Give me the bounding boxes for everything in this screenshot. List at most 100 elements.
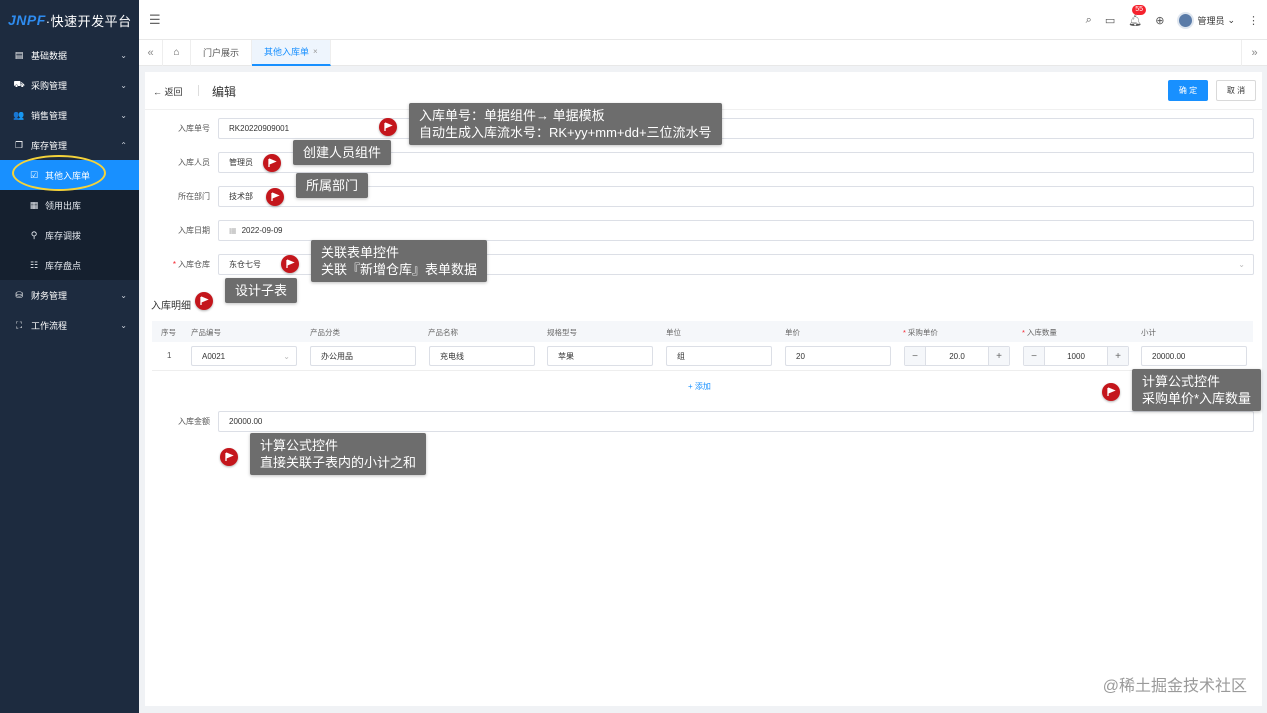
product-name-input[interactable]: 充电线 bbox=[429, 346, 535, 366]
annotation-text: 计算公式控件 bbox=[260, 438, 339, 453]
close-icon[interactable]: × bbox=[313, 47, 318, 56]
date-field[interactable]: ▦ 2022-09-09 bbox=[218, 220, 1254, 241]
row-divider bbox=[152, 370, 1253, 371]
sidebar-item-basic-data[interactable]: ▤ 基础数据 ⌄ bbox=[0, 40, 139, 70]
users-icon: 👥 bbox=[13, 109, 25, 120]
tab-label: 门户展示 bbox=[203, 48, 240, 58]
required-mark: * bbox=[903, 328, 906, 337]
row-index: 1 bbox=[167, 351, 172, 360]
sidebar-item-label: 库存盘点 bbox=[45, 260, 82, 271]
header-actions: ⌕ ▭ 🔔︎ 55 ⊕ 管理员 ⌄ ⋮ bbox=[1086, 0, 1259, 40]
product-code-select[interactable]: A0021 ⌄ bbox=[191, 346, 297, 366]
chevron-down-icon: ⌄ bbox=[1227, 14, 1235, 25]
product-code-value: A0021 bbox=[202, 351, 226, 361]
subtotal-input[interactable]: 20000.00 bbox=[1141, 346, 1247, 366]
required-mark: * bbox=[1022, 328, 1025, 337]
warehouse-value: 东仓七号 bbox=[229, 260, 261, 269]
column-header: 产品分类 bbox=[310, 328, 340, 337]
price-input[interactable]: 20 bbox=[785, 346, 891, 366]
back-button[interactable]: ← 返回 bbox=[153, 85, 183, 98]
column-header: 小计 bbox=[1141, 328, 1156, 337]
flag-icon bbox=[266, 188, 284, 206]
confirm-button[interactable]: 确 定 bbox=[1168, 80, 1208, 101]
table-icon: ☷ bbox=[29, 259, 39, 270]
cancel-button[interactable]: 取 消 bbox=[1216, 80, 1256, 101]
sidebar-item-finance[interactable]: ⛁ 财务管理 ⌄ bbox=[0, 280, 139, 310]
user-menu[interactable]: 管理员 ⌄ bbox=[1177, 11, 1235, 29]
spec-input[interactable]: 苹果 bbox=[547, 346, 653, 366]
globe-icon[interactable]: ⊕ bbox=[1155, 14, 1164, 27]
date-label: 入库日期 bbox=[178, 226, 210, 235]
tab-home[interactable]: ⌂ bbox=[163, 39, 191, 66]
increment-button[interactable]: + bbox=[1107, 347, 1128, 365]
truck-icon: ⛟ bbox=[13, 79, 25, 89]
tab-portal[interactable]: 门户展示 bbox=[191, 39, 253, 66]
add-row-button[interactable]: + 添加 bbox=[688, 381, 711, 392]
department-field[interactable]: 技术部 bbox=[218, 186, 1254, 207]
sidebar-subitem-requisition-outbound[interactable]: ▦ 领用出库 bbox=[0, 190, 139, 220]
chevron-down-icon: ⌄ bbox=[283, 351, 290, 361]
annotation-text: 直接关联子表内的小计之和 bbox=[260, 455, 417, 470]
avatar bbox=[1177, 11, 1195, 29]
sidebar-item-label: 基础数据 bbox=[31, 50, 68, 61]
notification-bell[interactable]: 🔔︎ 55 bbox=[1128, 4, 1147, 27]
category-input[interactable]: 办公用品 bbox=[310, 346, 416, 366]
divider bbox=[198, 85, 199, 96]
sidebar-item-label: 财务管理 bbox=[31, 290, 68, 301]
column-header: 单位 bbox=[666, 328, 681, 337]
amount-value: 20000.00 bbox=[229, 417, 263, 426]
purchase-price-stepper[interactable]: − 20.0 + bbox=[904, 346, 1010, 366]
amount-field[interactable]: 20000.00 bbox=[218, 411, 1254, 432]
app-logo[interactable]: JNPF ·快速开发平台 bbox=[0, 0, 139, 40]
sidebar-item-sales[interactable]: 👥 销售管理 ⌄ bbox=[0, 100, 139, 130]
page-title: 编辑 bbox=[212, 85, 237, 99]
form-panel: ← 返回 编辑 确 定 取 消 入库单号 RK20220909001 入库人员 … bbox=[145, 72, 1262, 706]
sidebar-subitem-stocktake[interactable]: ☷ 库存盘点 bbox=[0, 250, 139, 280]
table-header: 序号 产品编号 产品分类 产品名称 规格型号 单位 单价 * 采购单价 * 入库数量… bbox=[152, 321, 1253, 342]
finance-icon: ⛁ bbox=[15, 289, 23, 300]
calendar-icon: ▦ bbox=[229, 226, 237, 235]
more-vertical-icon[interactable]: ⋮ bbox=[1248, 14, 1259, 27]
decrement-button[interactable]: − bbox=[905, 347, 926, 365]
annotation-operator: 创建人员组件 bbox=[293, 140, 392, 165]
tab-other-inbound[interactable]: 其他入库单 × bbox=[252, 39, 331, 66]
sidebar-subitem-transfer[interactable]: ⚲ 库存调拨 bbox=[0, 220, 139, 250]
grid-icon: ▦ bbox=[29, 199, 39, 210]
sidebar-item-label: 销售管理 bbox=[31, 110, 68, 121]
order-no-field[interactable]: RK20220909001 bbox=[218, 118, 1254, 139]
annotation-text: 创建人员组件 bbox=[303, 145, 382, 160]
column-header: 产品名称 bbox=[428, 328, 458, 337]
transfer-icon: ⚲ bbox=[30, 229, 38, 240]
flag-icon bbox=[281, 255, 299, 273]
tabs-scroll-left-icon[interactable]: « bbox=[139, 39, 163, 66]
logo-text: ·快速开发平台 bbox=[45, 13, 132, 29]
amount-label: 入库金额 bbox=[178, 417, 210, 426]
notification-badge: 55 bbox=[1132, 4, 1147, 15]
warehouse-label-text: 入库仓库 bbox=[178, 260, 210, 269]
order-no-label: 入库单号 bbox=[178, 124, 210, 133]
message-icon[interactable]: ▭ bbox=[1105, 14, 1115, 27]
sidebar-item-label: 库存调拨 bbox=[45, 230, 82, 241]
date-value: 2022-09-09 bbox=[241, 226, 283, 235]
flag-icon bbox=[1102, 383, 1120, 401]
highlight-oval bbox=[12, 155, 106, 191]
column-header-text: 采购单价 bbox=[907, 328, 938, 337]
decrement-button[interactable]: − bbox=[1024, 347, 1045, 365]
annotation-department: 所属部门 bbox=[296, 173, 369, 198]
unit-input[interactable]: 组 bbox=[666, 346, 772, 366]
column-header: * 入库数量 bbox=[1022, 327, 1057, 338]
search-icon[interactable]: ⌕ bbox=[1086, 14, 1092, 27]
bell-icon: 🔔︎ bbox=[1128, 14, 1143, 27]
chevron-up-icon: ⌃ bbox=[120, 140, 127, 150]
chevron-down-icon: ⌄ bbox=[120, 320, 127, 330]
menu-fold-icon[interactable]: ☰ bbox=[149, 12, 161, 28]
department-value: 技术部 bbox=[229, 192, 253, 201]
quantity-stepper[interactable]: − 1000 + bbox=[1023, 346, 1129, 366]
sidebar-item-workflow[interactable]: ⛶ 工作流程 ⌄ bbox=[0, 310, 139, 340]
tabs-scroll-right-icon[interactable]: » bbox=[1241, 39, 1267, 66]
column-header: 规格型号 bbox=[547, 328, 577, 337]
column-header: * 采购单价 bbox=[903, 327, 938, 338]
sidebar-item-purchase[interactable]: ⛟ 采购管理 ⌄ bbox=[0, 70, 139, 100]
annotation-text: 关联『新增仓库』表单数据 bbox=[321, 262, 478, 277]
increment-button[interactable]: + bbox=[988, 347, 1009, 365]
